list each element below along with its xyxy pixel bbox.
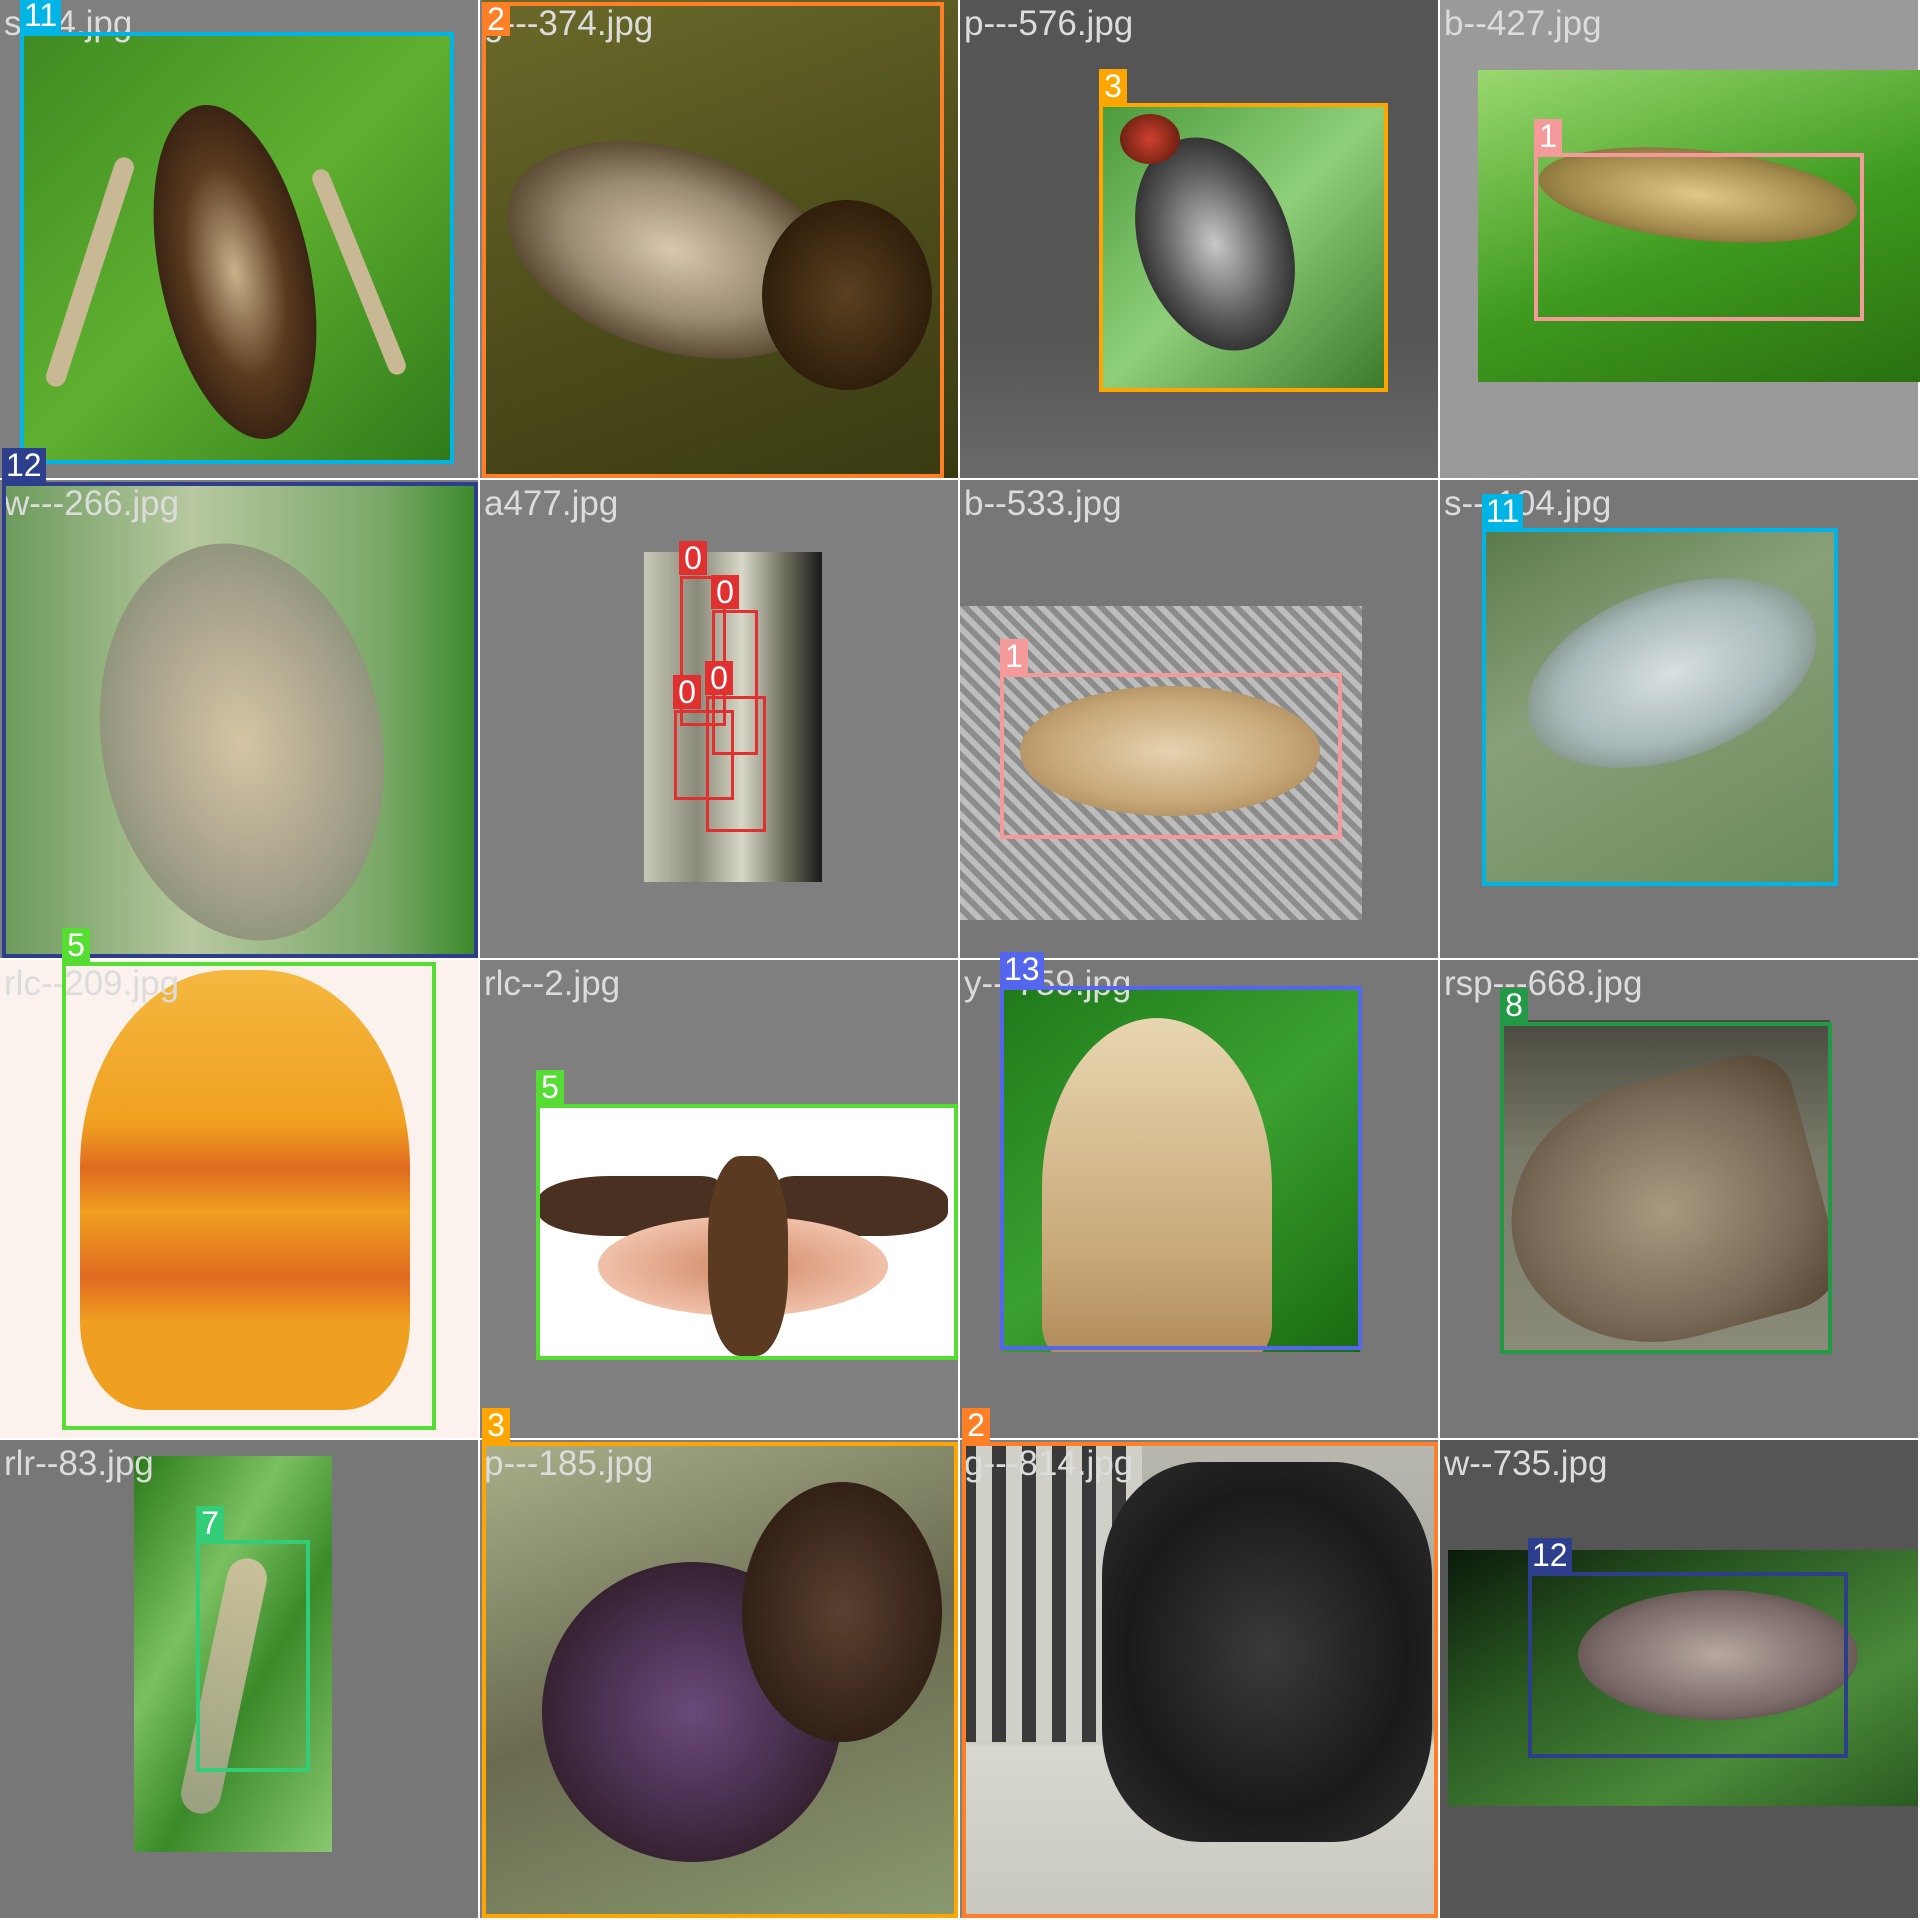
tile-w-266: w---266.jpg 12 [0,448,480,960]
tile-p-576: p---576.jpg 3 [960,0,1440,480]
tile-s-104: s---104.jpg 11 [1440,480,1920,960]
file-name: w--735.jpg [1444,1444,1608,1483]
file-name: rsp---668.jpg [1444,964,1643,1003]
insect-photo [482,0,958,478]
tile-b-427: b--427.jpg 1 [1440,0,1920,480]
insect-photo [2,482,478,958]
insect-photo [20,32,452,462]
tile-p-185: p---185.jpg 3 [480,1408,960,1920]
tile-b-533: b--533.jpg 1 [960,480,1440,960]
detection-mosaic: s---4.jpg 11 g---374.jpg 2 p---576.jpg 3… [0,0,1920,1920]
insect-photo [962,1442,1438,1918]
insect-photo [960,606,1362,920]
insect-photo [1478,70,1920,382]
class-label: 3 [1099,69,1127,103]
insect-photo [644,552,822,882]
class-label: 11 [1482,494,1524,528]
file-name: rlc--2.jpg [484,964,621,1003]
file-name: a477.jpg [484,484,619,523]
insect-photo [1500,1020,1830,1350]
insect-photo [1482,528,1838,886]
tile-g-374: g---374.jpg 2 [480,0,960,480]
insect-photo [1002,988,1360,1352]
tile-a477: a477.jpg 0 0 0 0 [480,480,960,960]
class-label: 5 [536,1070,564,1104]
tile-rlr-83: rlr--83.jpg 7 [0,1440,480,1920]
tile-g-814: g---814.jpg 2 [960,1408,1440,1920]
file-name: b--533.jpg [964,484,1122,523]
class-label: 11 [20,0,62,32]
file-name: rlr--83.jpg [4,1444,154,1483]
insect-photo [1100,104,1385,389]
tile-y-759: y---759.jpg 13 [960,952,1440,1440]
tile-rsp-668: rsp---668.jpg 8 [1440,960,1920,1440]
tile-rlc-2: rlc--2.jpg 5 [480,960,960,1440]
file-name: p---576.jpg [964,4,1134,43]
file-name: b--427.jpg [1444,4,1602,43]
class-label: 8 [1500,988,1528,1022]
insect-photo [1448,1550,1918,1806]
tile-rlc-209: rlc--209.jpg 5 [0,928,480,1440]
insect-photo [482,1442,958,1918]
tile-s-4: s---4.jpg 11 [0,0,480,480]
insect-photo [538,1106,958,1356]
file-name: s---104.jpg [1444,484,1612,523]
tile-w-735: w--735.jpg 12 [1440,1440,1920,1920]
insect-photo [134,1456,332,1852]
insect-photo [60,960,438,1430]
